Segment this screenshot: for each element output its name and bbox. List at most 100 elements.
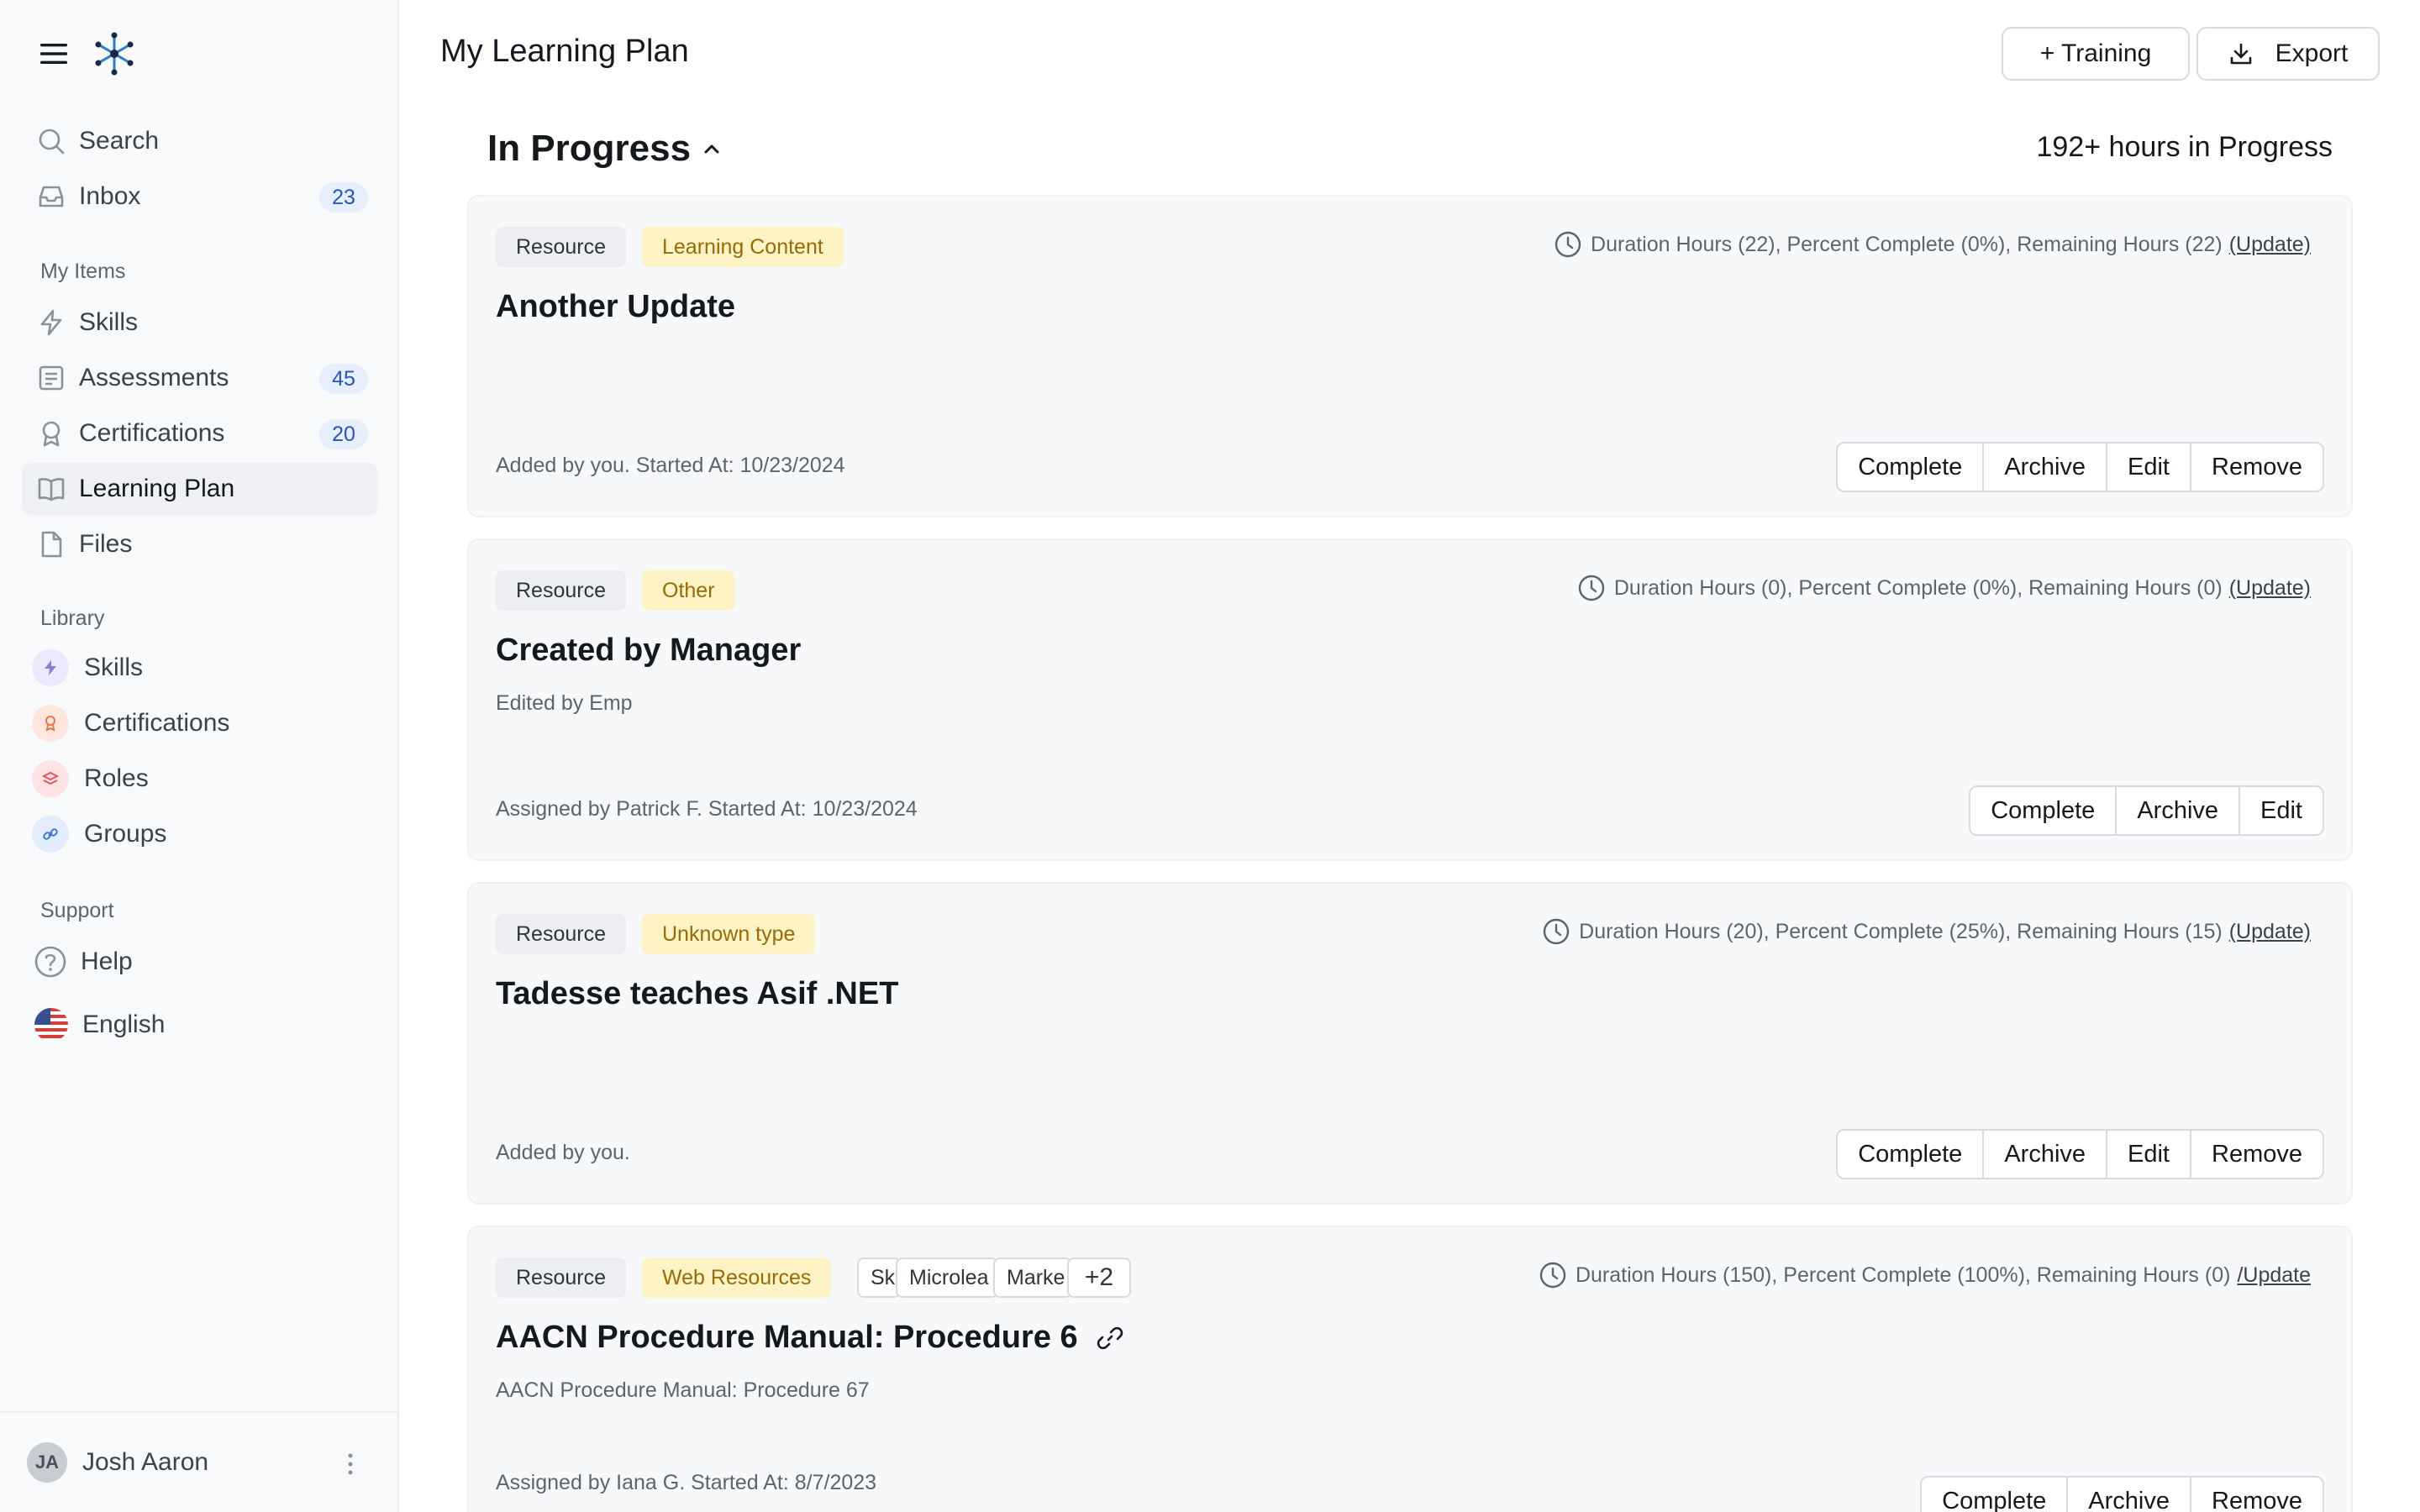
sidebar-search[interactable]: Search	[22, 115, 378, 167]
link-icon	[32, 816, 69, 853]
hours-summary: 192+ hours in Progress	[2036, 131, 2333, 163]
card-title-text: Tadesse teaches Asif .NET	[496, 976, 899, 1011]
update-progress-link[interactable]: (Update)	[2229, 920, 2311, 944]
search-icon	[39, 129, 65, 155]
sidebar-library-certifications[interactable]: Certifications	[22, 697, 378, 749]
sidebar-item-label: Learning Plan	[79, 475, 235, 502]
archive-button[interactable]: Archive	[1984, 444, 2108, 491]
skill-chip[interactable]: Sk	[857, 1257, 901, 1298]
card-footer: Added by you.	[496, 1141, 630, 1164]
progress-meta-text: Duration Hours (20), Percent Complete (2…	[1579, 919, 2223, 943]
update-progress-link[interactable]: (Update)	[2229, 233, 2311, 257]
update-progress-link[interactable]: /Update	[2237, 1263, 2311, 1288]
remove-button[interactable]: Remove	[2191, 1131, 2323, 1178]
sidebar-item-label: Certifications	[79, 419, 225, 447]
progress-meta: Duration Hours (150), Percent Complete (…	[1539, 1261, 2311, 1289]
clock-icon	[1539, 1262, 1566, 1289]
section-title: In Progress	[487, 128, 692, 169]
user-menu[interactable]: JA Josh Aaron	[0, 1411, 399, 1512]
skill-chip[interactable]: Marke	[993, 1257, 1072, 1298]
card-title-text: Another Update	[496, 289, 735, 324]
complete-button[interactable]: Complete	[1970, 787, 2118, 834]
edit-button[interactable]: Edit	[2107, 444, 2191, 491]
card-title[interactable]: Tadesse teaches Asif .NET	[496, 976, 898, 1012]
sidebar-item-files[interactable]: Files	[22, 518, 378, 570]
sidebar-item-assessments[interactable]: Assessments 45	[22, 352, 378, 404]
progress-meta: Duration Hours (20), Percent Complete (2…	[1542, 917, 2311, 946]
progress-meta: Duration Hours (22), Percent Complete (0…	[1554, 230, 2311, 259]
sidebar: Search Inbox 23 My Items Skills Assessme…	[0, 0, 399, 1512]
export-label: Export	[2275, 39, 2349, 67]
search-label: Search	[79, 127, 160, 155]
clipboard-icon	[39, 365, 64, 391]
archive-button[interactable]: Archive	[2068, 1478, 2191, 1512]
sidebar-library-skills[interactable]: Skills	[22, 642, 378, 694]
app-logo-icon[interactable]	[91, 30, 138, 77]
book-icon	[38, 478, 65, 501]
download-icon	[2230, 43, 2251, 65]
lightning-icon	[40, 309, 62, 336]
sidebar-item-label: Files	[79, 530, 133, 558]
edit-button[interactable]: Edit	[2107, 1131, 2191, 1178]
category-tag: Web Resources	[642, 1257, 832, 1298]
learning-item-card: Resource Unknown type Duration Hours (20…	[467, 882, 2353, 1205]
remove-button[interactable]: Remove	[2191, 444, 2323, 491]
clock-icon	[1555, 231, 1581, 258]
library-section-label: Library	[40, 606, 105, 630]
sidebar-item-help[interactable]: Help	[22, 936, 378, 988]
learning-item-card: Resource Other Duration Hours (0), Perce…	[467, 538, 2353, 861]
type-tag: Resource	[496, 227, 626, 267]
sidebar-item-certifications[interactable]: Certifications 20	[22, 407, 378, 459]
language-selector[interactable]: English	[22, 999, 378, 1051]
card-actions: Complete Archive Edit Remove	[1836, 442, 2324, 492]
sidebar-item-inbox[interactable]: Inbox 23	[22, 171, 378, 223]
archive-button[interactable]: Archive	[2117, 787, 2241, 834]
certifications-count-badge: 20	[319, 419, 368, 449]
sidebar-item-label: Groups	[84, 820, 167, 848]
language-label: English	[82, 1011, 166, 1038]
card-title[interactable]: Created by Manager	[496, 633, 801, 669]
complete-button[interactable]: Complete	[1838, 444, 1985, 491]
sidebar-item-learning-plan[interactable]: Learning Plan	[22, 463, 378, 515]
lightning-icon	[32, 649, 69, 686]
avatar: JA	[27, 1442, 67, 1483]
card-actions: Complete Archive Edit	[1969, 785, 2324, 836]
menu-icon[interactable]	[39, 40, 69, 67]
skills-chip-group: Sk Microlea Marke +2	[857, 1257, 1131, 1298]
help-icon	[34, 946, 66, 978]
sidebar-item-skills[interactable]: Skills	[22, 297, 378, 349]
layers-icon	[32, 760, 69, 797]
clock-icon	[1578, 575, 1605, 601]
card-actions: Complete Archive Edit Remove	[1836, 1129, 2324, 1179]
update-progress-link[interactable]: (Update)	[2229, 576, 2311, 601]
help-label: Help	[81, 948, 133, 975]
archive-button[interactable]: Archive	[1984, 1131, 2108, 1178]
skill-chip[interactable]: Microlea	[896, 1257, 998, 1298]
sidebar-library-roles[interactable]: Roles	[22, 753, 378, 805]
card-title-text: Created by Manager	[496, 633, 802, 668]
more-options-icon[interactable]	[345, 1452, 355, 1477]
learning-item-card: Resource Learning Content Duration Hours…	[467, 195, 2353, 517]
chevron-up-icon	[704, 144, 719, 154]
inbox-icon	[39, 186, 64, 207]
my-items-section-label: My Items	[40, 260, 126, 283]
card-title[interactable]: AACN Procedure Manual: Procedure 6	[496, 1320, 1123, 1356]
remove-button[interactable]: Remove	[2191, 1478, 2323, 1512]
more-skills-chip[interactable]: +2	[1067, 1257, 1131, 1298]
progress-meta: Duration Hours (0), Percent Complete (0%…	[1577, 574, 2311, 602]
export-button[interactable]: Export	[2196, 27, 2380, 81]
add-training-button[interactable]: + Training	[2002, 27, 2190, 81]
sidebar-item-label: Assessments	[79, 364, 229, 391]
complete-button[interactable]: Complete	[1838, 1131, 1985, 1178]
sidebar-library-groups[interactable]: Groups	[22, 808, 378, 860]
edit-button[interactable]: Edit	[2240, 787, 2323, 834]
card-subtitle: AACN Procedure Manual: Procedure 67	[496, 1378, 870, 1402]
external-link-icon[interactable]	[1097, 1325, 1123, 1352]
category-tag: Unknown type	[642, 914, 816, 954]
type-tag: Resource	[496, 570, 626, 611]
complete-button[interactable]: Complete	[1922, 1478, 2069, 1512]
in-progress-section-toggle[interactable]: In Progress	[487, 128, 721, 170]
type-tag: Resource	[496, 1257, 626, 1298]
card-title[interactable]: Another Update	[496, 289, 735, 325]
sidebar-item-label: Roles	[84, 764, 149, 792]
